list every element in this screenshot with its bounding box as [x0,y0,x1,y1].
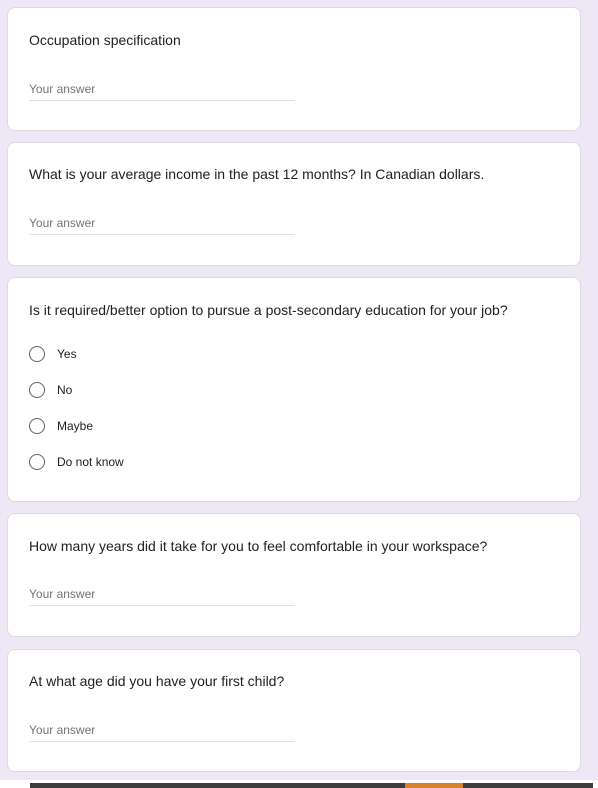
radio-button[interactable] [29,454,45,470]
radio-button[interactable] [29,346,45,362]
question-card-education: Is it required/better option to pursue a… [7,277,581,502]
income-answer-field[interactable] [29,212,295,235]
question-title: Occupation specification [29,32,181,48]
radio-label: No [57,383,73,397]
question-card-first-child-age: At what age did you have your first chil… [7,649,581,772]
comfort-years-answer-field[interactable] [29,583,295,606]
occupation-answer-field[interactable] [29,78,295,101]
question-title: What is your average income in the past … [29,166,485,182]
taskbar-accent [405,783,463,788]
question-title: Is it required/better option to pursue a… [29,302,508,318]
radio-label: Maybe [57,419,94,433]
radio-option-no[interactable]: No [29,380,72,400]
question-card-comfort-years: How many years did it take for you to fe… [7,513,581,637]
radio-label: Yes [57,347,77,361]
bottom-edge [0,780,598,788]
radio-button[interactable] [29,382,45,398]
radio-label: Do not know [57,455,124,469]
radio-option-maybe[interactable]: Maybe [29,416,93,436]
occupation-answer-input[interactable] [29,78,295,100]
question-card-occupation: Occupation specification [7,7,581,131]
form-page: Occupation specification What is your av… [0,0,598,788]
radio-button[interactable] [29,418,45,434]
question-card-income: What is your average income in the past … [7,142,581,266]
income-answer-input[interactable] [29,212,295,234]
radio-option-do-not-know[interactable]: Do not know [29,452,124,472]
question-title: At what age did you have your first chil… [29,673,285,689]
radio-option-yes[interactable]: Yes [29,344,77,364]
question-title: How many years did it take for you to fe… [29,538,488,554]
first-child-age-answer-input[interactable] [29,719,295,741]
first-child-age-answer-field[interactable] [29,719,295,742]
comfort-years-answer-input[interactable] [29,583,295,605]
taskbar-strip [30,783,593,788]
